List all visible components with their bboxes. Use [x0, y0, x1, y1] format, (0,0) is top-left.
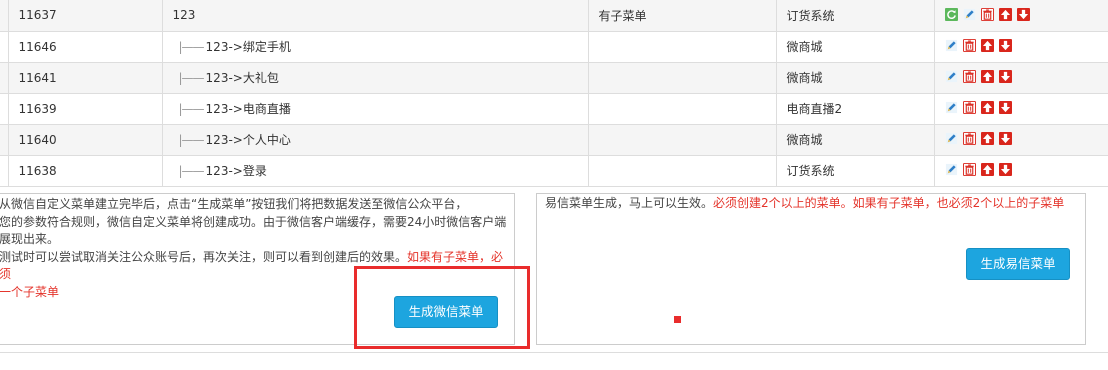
- row-system: 订货系统: [775, 154, 935, 187]
- delete-icon[interactable]: [962, 131, 976, 145]
- row-actions: [933, 92, 1108, 125]
- row-actions: [933, 154, 1108, 187]
- edit-icon[interactable]: [963, 8, 976, 21]
- tree-prefix: |——: [178, 102, 205, 116]
- edit-icon[interactable]: [945, 132, 958, 145]
- menu-table: 11637 123 有子菜单 订货系统 11646 |—— 123->绑定手机 微商城 1164…: [0, 0, 1108, 187]
- row-edge: [0, 61, 9, 94]
- wechat-desc-line-3: 展现出来。: [0, 232, 60, 246]
- row-name: 123: [161, 0, 589, 32]
- row-name: |—— 123->绑定手机: [161, 30, 589, 63]
- row-actions: [933, 123, 1108, 156]
- row-actions: [933, 0, 1108, 32]
- row-id: 11646: [7, 30, 163, 63]
- action-group: [945, 162, 1012, 176]
- row-name-text: 123: [172, 8, 196, 23]
- yixin-desc: 易信菜单生成，马上可以生效。: [545, 196, 714, 210]
- tree-prefix: |——: [178, 40, 205, 54]
- row-type: [587, 123, 777, 156]
- table-row: 11640 |—— 123->个人中心 微商城: [0, 123, 1108, 156]
- row-type: 有子菜单: [587, 0, 777, 32]
- move-down-icon[interactable]: [998, 131, 1012, 145]
- row-actions: [933, 61, 1108, 94]
- edit-icon[interactable]: [945, 70, 958, 83]
- row-type: [587, 61, 777, 94]
- row-id: 11641: [7, 61, 163, 94]
- move-up-icon[interactable]: [980, 131, 994, 145]
- refresh-icon[interactable]: [944, 7, 958, 21]
- move-down-icon[interactable]: [998, 38, 1012, 52]
- delete-icon[interactable]: [980, 7, 994, 21]
- table-row: 11639 |—— 123->电商直播 电商直播2: [0, 92, 1108, 125]
- yixin-warning-text: 必须创建2个以上的菜单。如果有子菜单，也必须2个以上的子菜单: [713, 196, 1065, 210]
- action-group: [945, 131, 1012, 145]
- cursor-marker: [674, 316, 681, 323]
- delete-icon[interactable]: [962, 162, 976, 176]
- tree-prefix: |——: [178, 133, 205, 147]
- row-name: |—— 123->大礼包: [161, 61, 589, 94]
- highlight-box: [354, 266, 530, 349]
- table-row: 11641 |—— 123->大礼包 微商城: [0, 61, 1108, 94]
- move-up-icon[interactable]: [998, 7, 1012, 21]
- delete-icon[interactable]: [962, 38, 976, 52]
- row-edge: [0, 154, 9, 187]
- delete-icon[interactable]: [962, 69, 976, 83]
- row-system: 微商城: [775, 123, 935, 156]
- row-type: [587, 30, 777, 63]
- move-up-icon[interactable]: [980, 38, 994, 52]
- row-type: [587, 154, 777, 187]
- row-id: 11639: [7, 92, 163, 125]
- row-system: 微商城: [775, 61, 935, 94]
- row-id: 11640: [7, 123, 163, 156]
- move-down-icon[interactable]: [998, 69, 1012, 83]
- wechat-desc-line-2: 您的参数符合规则，微信自定义菜单将创建成功。由于微信客户端缓存，需要24小时微信…: [0, 214, 507, 229]
- row-name: |—— 123->登录: [161, 154, 589, 187]
- edit-icon[interactable]: [945, 39, 958, 52]
- row-id: 11638: [7, 154, 163, 187]
- row-id: 11637: [7, 0, 163, 32]
- table-row: 11646 |—— 123->绑定手机 微商城: [0, 30, 1108, 63]
- move-up-icon[interactable]: [980, 162, 994, 176]
- divider: [0, 352, 1108, 353]
- delete-icon[interactable]: [962, 100, 976, 114]
- row-system: 微商城: [775, 30, 935, 63]
- row-edge: [0, 123, 9, 156]
- generate-yixin-menu-button[interactable]: 生成易信菜单: [966, 248, 1070, 280]
- move-down-icon[interactable]: [998, 100, 1012, 114]
- action-group: [945, 100, 1012, 114]
- table-row: 11637 123 有子菜单 订货系统: [0, 0, 1108, 32]
- row-edge: [0, 92, 9, 125]
- move-up-icon[interactable]: [980, 100, 994, 114]
- row-name-text: 123->绑定手机: [205, 40, 291, 54]
- edit-icon[interactable]: [945, 101, 958, 114]
- row-name-text: 123->登录: [205, 164, 267, 178]
- move-up-icon[interactable]: [980, 69, 994, 83]
- tree-prefix: |——: [178, 71, 205, 85]
- row-name-text: 123->大礼包: [205, 71, 279, 85]
- row-name-text: 123->电商直播: [205, 102, 291, 116]
- row-name: |—— 123->电商直播: [161, 92, 589, 125]
- row-actions: [933, 30, 1108, 63]
- row-name: |—— 123->个人中心: [161, 123, 589, 156]
- row-system: 电商直播2: [775, 92, 935, 125]
- move-down-icon[interactable]: [998, 162, 1012, 176]
- action-group: [944, 7, 1030, 21]
- move-down-icon[interactable]: [1016, 7, 1030, 21]
- row-edge: [0, 30, 9, 63]
- row-name-text: 123->个人中心: [205, 133, 291, 147]
- row-edge: [0, 0, 9, 32]
- action-group: [945, 69, 1012, 83]
- edit-icon[interactable]: [945, 163, 958, 176]
- tree-prefix: |——: [178, 164, 205, 178]
- table-row: 11638 |—— 123->登录 订货系统: [0, 154, 1108, 187]
- row-system: 订货系统: [775, 0, 935, 32]
- wechat-desc-line-1: 从微信自定义菜单建立完毕后，点击“生成菜单”按钮我们将把数据发送至微信公众平台，: [0, 197, 468, 211]
- action-group: [945, 38, 1012, 52]
- row-type: [587, 92, 777, 125]
- wechat-desc-line-4-text: 测试时可以尝试取消关注公众账号后，再次关注，则可以看到创建后的效果。: [0, 249, 408, 264]
